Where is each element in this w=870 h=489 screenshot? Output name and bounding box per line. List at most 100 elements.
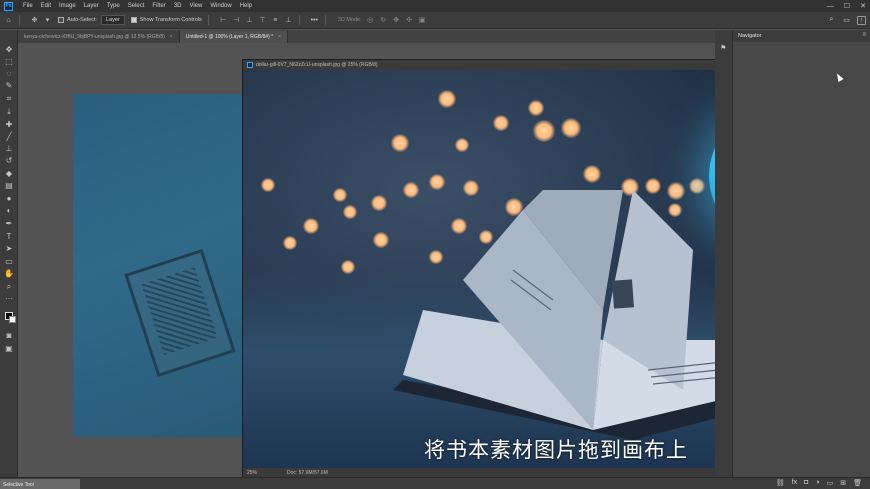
more-icon[interactable]: ···: [3, 293, 15, 304]
bokeh-light: [371, 195, 387, 211]
close-icon[interactable]: ×: [278, 34, 281, 40]
bokeh-light: [533, 120, 555, 142]
more-options-icon[interactable]: •••: [310, 16, 319, 25]
tab-untitled-1[interactable]: Untitled-1 @ 100% (Layer 1, RGB/8#) * ×: [179, 31, 288, 43]
color-swatch-icon[interactable]: [3, 310, 16, 323]
eraser-icon[interactable]: ◆: [3, 168, 15, 179]
menu-file[interactable]: File: [19, 3, 37, 9]
lasso-icon[interactable]: ◌: [3, 68, 15, 79]
layer-actions: ⛓ fx ◘ ◑ ▭ ⊞ 🗑: [776, 479, 862, 487]
workspace-icon[interactable]: ▭: [842, 16, 851, 25]
auto-select-dropdown[interactable]: Layer: [100, 15, 125, 25]
close-icon[interactable]: ✕: [860, 2, 866, 10]
fx-icon[interactable]: fx: [792, 479, 797, 487]
navigator-title[interactable]: Navigator: [738, 33, 762, 39]
align-middle-icon[interactable]: ≡: [271, 16, 280, 25]
path-select-icon[interactable]: ➤: [3, 243, 15, 254]
align-bottom-icon[interactable]: ⊥: [284, 16, 293, 25]
pen-icon[interactable]: ✒: [3, 218, 15, 229]
auto-select-checkbox[interactable]: [58, 17, 64, 23]
divider: [298, 15, 300, 25]
bokeh-light: [303, 218, 319, 234]
quick-mask-icon[interactable]: ◙: [3, 330, 15, 341]
type-icon[interactable]: T: [3, 231, 15, 242]
doc-info[interactable]: Doc: 57.6M/57.6M: [287, 470, 328, 476]
brush-icon[interactable]: ╱: [3, 131, 15, 142]
history-panel-icon[interactable]: ⚑: [720, 44, 728, 52]
menu-bar: Ps File Edit Image Layer Type Select Fil…: [0, 0, 870, 12]
quick-select-icon[interactable]: ✎: [3, 80, 15, 91]
blur-icon[interactable]: ●: [3, 193, 15, 204]
marquee-icon[interactable]: ⬚: [3, 56, 15, 67]
stamp-icon[interactable]: ⊥: [3, 143, 15, 154]
bokeh-light: [438, 90, 456, 108]
menu-layer[interactable]: Layer: [80, 3, 103, 9]
selective-tool-window[interactable]: Selective Tool: [0, 479, 80, 489]
auto-select-option[interactable]: Auto-Select: Layer: [58, 15, 125, 25]
menu-select[interactable]: Select: [124, 3, 149, 9]
bokeh-light: [283, 236, 297, 250]
align-right-icon[interactable]: ⊥: [245, 16, 254, 25]
screen-mode-icon[interactable]: ▣: [3, 343, 15, 354]
auto-select-label: Auto-Select:: [67, 17, 97, 23]
right-panels: ⚑ Navigator ≡: [715, 30, 870, 489]
move-icon[interactable]: ✥: [3, 44, 15, 55]
panel-menu-icon[interactable]: ≡: [862, 32, 866, 38]
delete-layer-icon[interactable]: 🗑: [853, 479, 862, 487]
move-tool-icon[interactable]: ✥: [30, 16, 39, 25]
3d-roll-icon[interactable]: ↻: [379, 16, 388, 25]
menu-filter[interactable]: Filter: [148, 3, 169, 9]
dodge-icon[interactable]: ◐: [3, 205, 15, 216]
hand-icon[interactable]: ✋: [3, 268, 15, 279]
home-icon[interactable]: ⌂: [4, 16, 13, 25]
menu-3d[interactable]: 3D: [170, 3, 186, 9]
align-left-icon[interactable]: ⊢: [219, 16, 228, 25]
menu-type[interactable]: Type: [103, 3, 124, 9]
tab-label: Untitled-1 @ 100% (Layer 1, RGB/8#) *: [185, 34, 274, 40]
maximize-icon[interactable]: ☐: [844, 2, 850, 10]
align-top-icon[interactable]: ⊤: [258, 16, 267, 25]
menu-image[interactable]: Image: [55, 3, 80, 9]
align-center-icon[interactable]: ⊣: [232, 16, 241, 25]
menu-window[interactable]: Window: [206, 3, 235, 9]
chevron-down-icon[interactable]: ▾: [43, 16, 52, 25]
adjustment-layer-icon[interactable]: ◑: [815, 479, 819, 487]
link-layers-icon[interactable]: ⛓: [776, 479, 785, 487]
bokeh-light: [455, 138, 469, 152]
menu-edit[interactable]: Edit: [37, 3, 55, 9]
healing-icon[interactable]: ✚: [3, 119, 15, 130]
share-icon[interactable]: ↑: [857, 15, 866, 25]
show-transform-checkbox[interactable]: [130, 17, 137, 23]
eyedropper-icon[interactable]: ⤓: [3, 106, 15, 117]
zoom-level[interactable]: 25%: [247, 470, 257, 476]
crop-icon[interactable]: ⌗: [3, 93, 15, 104]
minimize-icon[interactable]: —: [827, 3, 834, 10]
shape-icon[interactable]: ▭: [3, 256, 15, 267]
gradient-icon[interactable]: ▤: [3, 180, 15, 191]
bokeh-light: [333, 188, 347, 202]
menu-help[interactable]: Help: [236, 3, 256, 9]
options-bar: ⌂ ✥ ▾ Auto-Select: Layer Show Transform …: [0, 12, 870, 29]
show-transform-option[interactable]: Show Transform Controls: [130, 17, 202, 23]
menu-view[interactable]: View: [185, 3, 206, 9]
zoom-icon[interactable]: ⌕: [3, 281, 15, 292]
3d-pan-icon[interactable]: ✥: [392, 16, 401, 25]
photoshop-logo-icon[interactable]: Ps: [4, 1, 13, 11]
search-icon[interactable]: ⌕: [827, 16, 836, 25]
3d-slide-icon[interactable]: ✣: [405, 16, 414, 25]
tab-kenya-image[interactable]: kenya-olchewicz-iOBU_9bjBPY-unsplash.jpg…: [18, 31, 180, 43]
new-group-icon[interactable]: ▭: [827, 479, 834, 487]
3d-scale-icon[interactable]: ▣: [418, 16, 427, 25]
document-tabs: kenya-olchewicz-iOBU_9bjBPY-unsplash.jpg…: [18, 30, 715, 43]
close-icon[interactable]: ×: [170, 34, 173, 40]
panel-dock-strip: ⚑: [715, 30, 733, 489]
new-layer-icon[interactable]: ⊞: [840, 479, 846, 487]
bokeh-light: [561, 118, 581, 138]
3d-orbit-icon[interactable]: ◎: [366, 16, 375, 25]
history-brush-icon[interactable]: ↺: [3, 155, 15, 166]
background-document-image[interactable]: [73, 94, 245, 437]
divider: [19, 15, 20, 25]
bokeh-light: [341, 260, 355, 274]
selective-tool-label: Selective Tool: [3, 481, 34, 488]
add-mask-icon[interactable]: ◘: [804, 479, 808, 487]
